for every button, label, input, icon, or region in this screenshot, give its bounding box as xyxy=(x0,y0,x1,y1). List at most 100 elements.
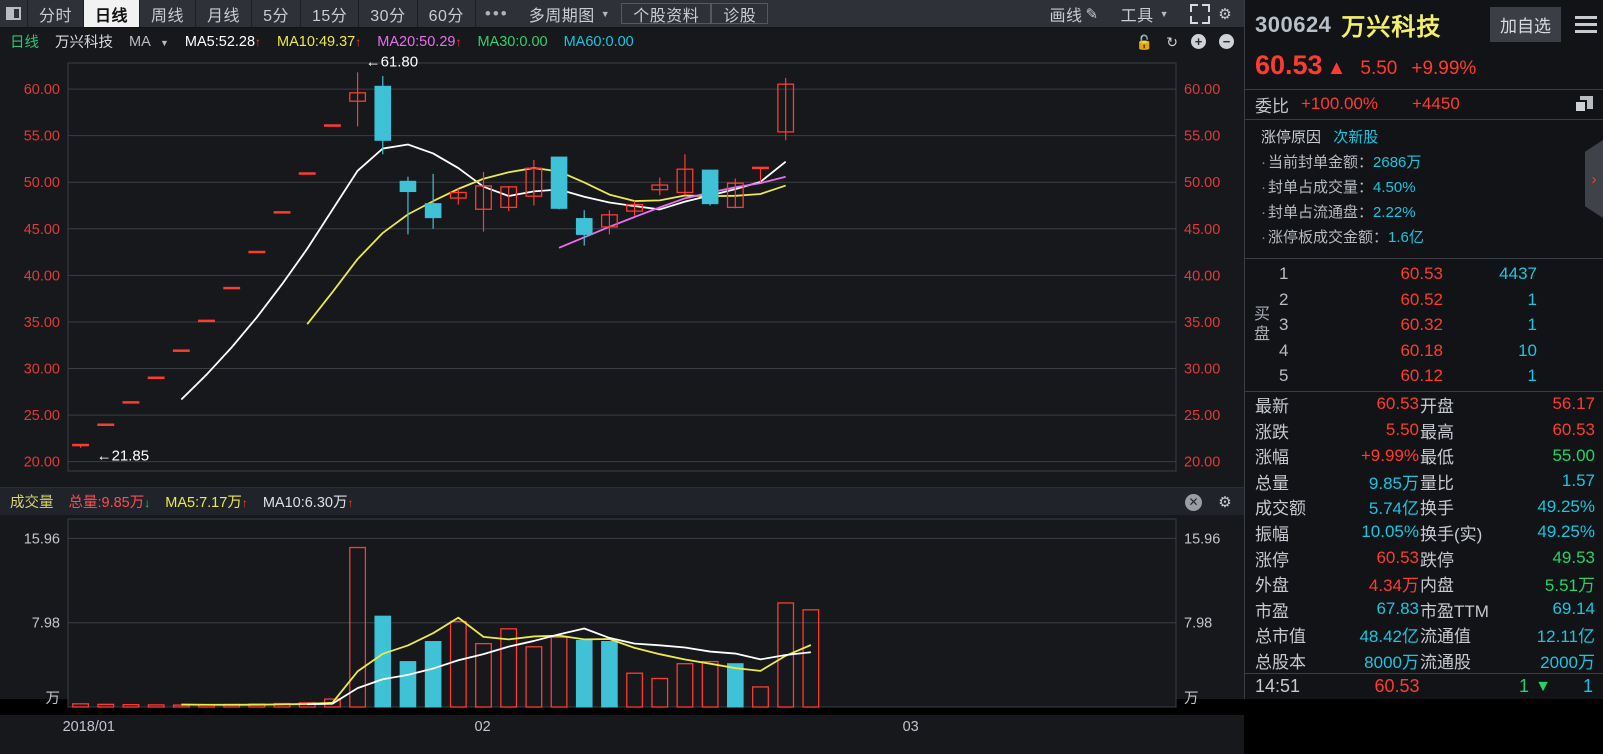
stat-key: 市盈TTM xyxy=(1420,601,1489,621)
side-label-char-2: 盘 xyxy=(1253,326,1270,344)
reason-tag[interactable]: 次新股 xyxy=(1333,129,1378,146)
period-tab-60min[interactable]: 60分 xyxy=(418,0,476,27)
volume-ma5: MA5:7.17万↑ xyxy=(165,495,248,511)
ma-period-label: 日线 xyxy=(10,35,39,51)
menu-icon[interactable] xyxy=(1571,16,1597,34)
multi-period-chart-button[interactable]: 多周期图 ▼ xyxy=(518,0,621,27)
reason-item-label: 当前封单金额： xyxy=(1268,154,1374,172)
stat-key: 最高 xyxy=(1420,422,1454,442)
copy-icon[interactable] xyxy=(1574,95,1593,113)
volume-ma10: MA10:6.30万↑ xyxy=(262,495,354,511)
volume-header: 成交量 总量:9.85万↓ MA5:7.17万↑ MA10:6.30万↑ ✕ ⚙ xyxy=(0,487,1244,515)
order-price: 60.32 xyxy=(1400,315,1443,335)
up-arrow-icon: ↑ xyxy=(241,496,248,510)
volume-controls: ✕ ⚙ xyxy=(1185,488,1236,516)
diagnose-button[interactable]: 诊股 xyxy=(711,3,769,25)
more-periods-button[interactable]: ••• xyxy=(476,0,518,27)
order-price: 60.53 xyxy=(1400,264,1443,284)
reason-title: 涨停原因 xyxy=(1261,129,1322,147)
split-panel-icon[interactable] xyxy=(0,0,28,27)
stat-value: 60.53 xyxy=(1376,548,1419,568)
stock-info-button[interactable]: 个股资料 xyxy=(621,3,712,25)
ma-legend-bar: 日线 万兴科技 MA ▼ MA5:52.28↑ MA10:49.37↑ MA20… xyxy=(0,28,1244,55)
settings-gear-icon[interactable]: ⚙ xyxy=(1214,5,1236,23)
order-qty: 1 xyxy=(1527,366,1537,386)
panel-expand-tab[interactable]: › xyxy=(1585,140,1603,218)
stat-key: 成交额 xyxy=(1255,499,1306,519)
indicator-label: MA xyxy=(129,33,150,50)
weibi-row: 委比 +100.00% +4450 xyxy=(1245,90,1603,119)
order-book-row[interactable]: 3 60.32 1 xyxy=(1279,312,1603,338)
stat-key: 开盘 xyxy=(1420,396,1454,416)
volume-title: 成交量 xyxy=(10,495,54,511)
svg-text:30.00: 30.00 xyxy=(24,362,60,378)
period-tab-fenshi[interactable]: 分时 xyxy=(28,0,85,27)
close-icon[interactable]: ✕ xyxy=(1185,493,1202,511)
stock-code: 300624 xyxy=(1255,11,1332,37)
draw-line-label: 画线 xyxy=(1049,7,1083,25)
price-chart-pane[interactable]: 20.00 20.00 25.00 25.00 30.00 30.00 35.00 35.00… xyxy=(0,55,1244,547)
stats-row: 市盈 67.83 市盈TTM 69.14 xyxy=(1245,596,1603,622)
chevron-down-icon: ▼ xyxy=(159,37,169,48)
indicator-selector[interactable]: MA ▼ xyxy=(129,34,169,50)
zoom-out-icon[interactable]: − xyxy=(1219,34,1234,49)
reason-item: · 封单占成交量：4.50% xyxy=(1261,179,1416,197)
tools-button[interactable]: 工具 ▼ xyxy=(1110,2,1180,26)
svg-text:15.96: 15.96 xyxy=(24,531,60,547)
order-book-row[interactable]: 5 60.12 1 xyxy=(1279,363,1603,389)
draw-line-button[interactable]: 画线 ✎ xyxy=(1038,2,1109,26)
chart-canvas-wrap[interactable]: 20.00 20.00 25.00 25.00 30.00 30.00 35.00 35.00… xyxy=(0,55,1244,754)
stat-key: 总市值 xyxy=(1255,627,1306,647)
svg-text:15.96: 15.96 xyxy=(1184,531,1220,547)
stats-row: 总股本 8000万 流通股 2000万 xyxy=(1245,648,1603,674)
x-tick-02: 02 xyxy=(474,719,491,735)
svg-text:40.00: 40.00 xyxy=(24,268,60,284)
order-level: 1 xyxy=(1279,264,1289,284)
stat-value: 5.50 xyxy=(1385,420,1419,440)
svg-text:万: 万 xyxy=(1184,691,1199,707)
reason-item-value: 1.6亿 xyxy=(1388,229,1424,247)
svg-text:45.00: 45.00 xyxy=(1184,222,1220,238)
svg-text:20.00: 20.00 xyxy=(1184,455,1220,471)
ma5-value: MA5:52.28 xyxy=(184,33,256,50)
period-tab-30min[interactable]: 30分 xyxy=(359,0,418,27)
fullscreen-icon[interactable] xyxy=(1190,3,1210,24)
volume-total: 总量:9.85万↓ xyxy=(68,495,151,511)
volume-settings-gear-icon[interactable]: ⚙ xyxy=(1214,493,1236,511)
reason-item-label: 封单占流通盘： xyxy=(1268,204,1374,222)
ma20-legend: MA20:50.29↑ xyxy=(377,34,461,50)
volume-chart-pane[interactable]: 7.98 7.98 15.96 15.96 万 万 xyxy=(0,515,1244,725)
stat-key: 振幅 xyxy=(1255,524,1289,544)
order-book-row[interactable]: 2 60.52 1 xyxy=(1279,287,1603,313)
stat-key: 涨停 xyxy=(1255,550,1289,570)
zoom-in-icon[interactable]: + xyxy=(1191,34,1206,49)
multi-period-label: 多周期图 xyxy=(528,7,595,25)
svg-text:50.00: 50.00 xyxy=(24,175,60,191)
stat-key: 换手 xyxy=(1420,499,1454,519)
period-tab-15min[interactable]: 15分 xyxy=(301,0,360,27)
trading-app: 分时 日线 周线 月线 5分 15分 30分 60分 ••• 多周期图 ▼ 个股… xyxy=(0,0,1603,754)
order-level: 2 xyxy=(1279,289,1289,309)
svg-text:20.00: 20.00 xyxy=(24,455,60,471)
add-to-watchlist-button[interactable]: 加自选 xyxy=(1490,7,1561,43)
stat-key: 流通股 xyxy=(1420,652,1471,672)
stats-row: 涨幅 +9.99% 最低 55.00 xyxy=(1245,443,1603,469)
weicha-value: +4450 xyxy=(1412,94,1460,114)
svg-text:7.98: 7.98 xyxy=(32,616,60,632)
price-summary: 60.53 ▲ 5.50 +9.99% xyxy=(1245,50,1603,89)
stat-key: 换手(实) xyxy=(1420,524,1483,544)
period-tab-monthly[interactable]: 月线 xyxy=(196,0,253,27)
reason-item: · 封单占流通盘：2.22% xyxy=(1261,204,1416,222)
period-tab-weekly[interactable]: 周线 xyxy=(140,0,197,27)
refresh-icon[interactable]: ↻ xyxy=(1166,35,1178,49)
tick-count: 1 xyxy=(1582,676,1593,697)
unlock-icon[interactable]: 🔓 xyxy=(1136,35,1153,49)
stat-value: 67.83 xyxy=(1376,599,1419,619)
chart-area: 分时 日线 周线 月线 5分 15分 30分 60分 ••• 多周期图 ▼ 个股… xyxy=(0,0,1244,754)
order-price: 60.18 xyxy=(1400,340,1443,360)
svg-text:45.00: 45.00 xyxy=(24,222,60,238)
period-tab-5min[interactable]: 5分 xyxy=(252,0,301,27)
period-tab-daily[interactable]: 日线 xyxy=(84,0,141,27)
order-book-row[interactable]: 1 60.53 4437 xyxy=(1279,261,1603,287)
order-book-row[interactable]: 4 60.18 10 xyxy=(1279,338,1603,364)
